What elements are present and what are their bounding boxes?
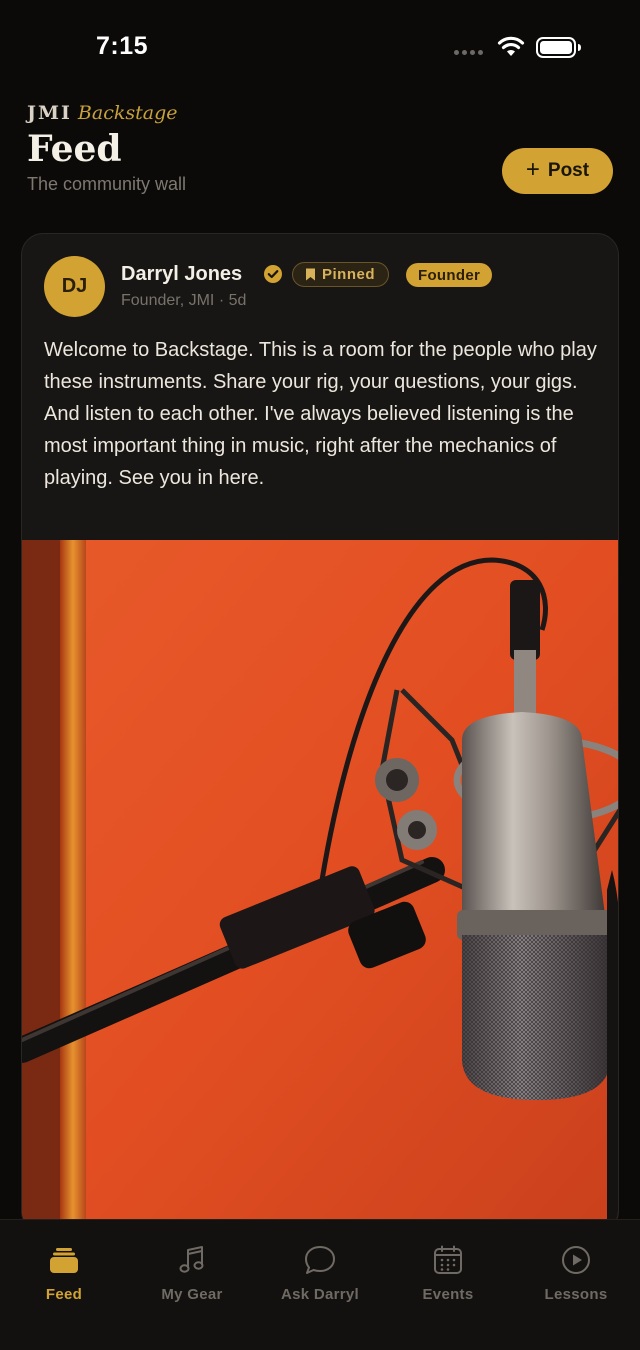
calendar-icon	[434, 1245, 462, 1274]
avatar[interactable]: DJ	[44, 256, 105, 317]
post-body: Welcome to Backstage. This is a room for…	[44, 339, 597, 489]
pinned-label: Pinned	[322, 266, 376, 283]
status-bar: 7:15	[0, 0, 640, 96]
page-title: Feed	[27, 128, 122, 170]
bookmark-icon	[306, 268, 315, 281]
battery-icon	[536, 37, 581, 58]
author-name[interactable]: Darryl Jones	[121, 263, 242, 286]
tab-label-lessons: Lessons	[544, 1286, 608, 1303]
author-meta: Founder, JMI · 5d	[121, 292, 247, 309]
tab-label-feed: Feed	[45, 1286, 83, 1303]
founder-badge: Founder	[406, 263, 493, 287]
tab-events[interactable]: Events	[384, 1220, 512, 1320]
brand-backstage: Backstage	[77, 102, 178, 124]
tab-lessons[interactable]: Lessons	[512, 1220, 640, 1320]
status-time: 7:15	[96, 32, 149, 60]
chat-bubble-icon	[305, 1246, 335, 1274]
music-note-icon	[179, 1246, 204, 1273]
page-subtitle: The community wall	[27, 174, 187, 194]
tab-ask-darryl[interactable]: Ask Darryl	[256, 1220, 384, 1320]
new-post-button[interactable]: + Post	[502, 148, 613, 194]
brand-logo: JMI Backstage	[27, 102, 178, 124]
tab-label-ask-darryl: Ask Darryl	[280, 1286, 360, 1303]
wifi-icon	[497, 36, 525, 56]
brand-jmi: JMI	[27, 102, 72, 124]
tab-feed[interactable]: Feed	[0, 1220, 128, 1320]
post-image[interactable]	[22, 540, 619, 1233]
tab-bar: Feed My Gear Ask Darryl Events Lessons	[0, 1219, 640, 1350]
post-card[interactable]: DJ Darryl Jones Pinned Founder Founder, …	[21, 233, 619, 1233]
cellular-signal-icon	[454, 50, 483, 55]
post-button-label: Post	[547, 160, 590, 181]
tab-my-gear[interactable]: My Gear	[128, 1220, 256, 1320]
verified-check-icon	[264, 265, 282, 283]
plus-icon: +	[525, 156, 540, 183]
tab-label-my-gear: My Gear	[161, 1286, 223, 1303]
play-circle-icon	[562, 1246, 590, 1274]
pinned-badge: Pinned	[292, 262, 390, 287]
feed-stack-icon	[50, 1248, 78, 1273]
tab-label-events: Events	[422, 1286, 474, 1303]
